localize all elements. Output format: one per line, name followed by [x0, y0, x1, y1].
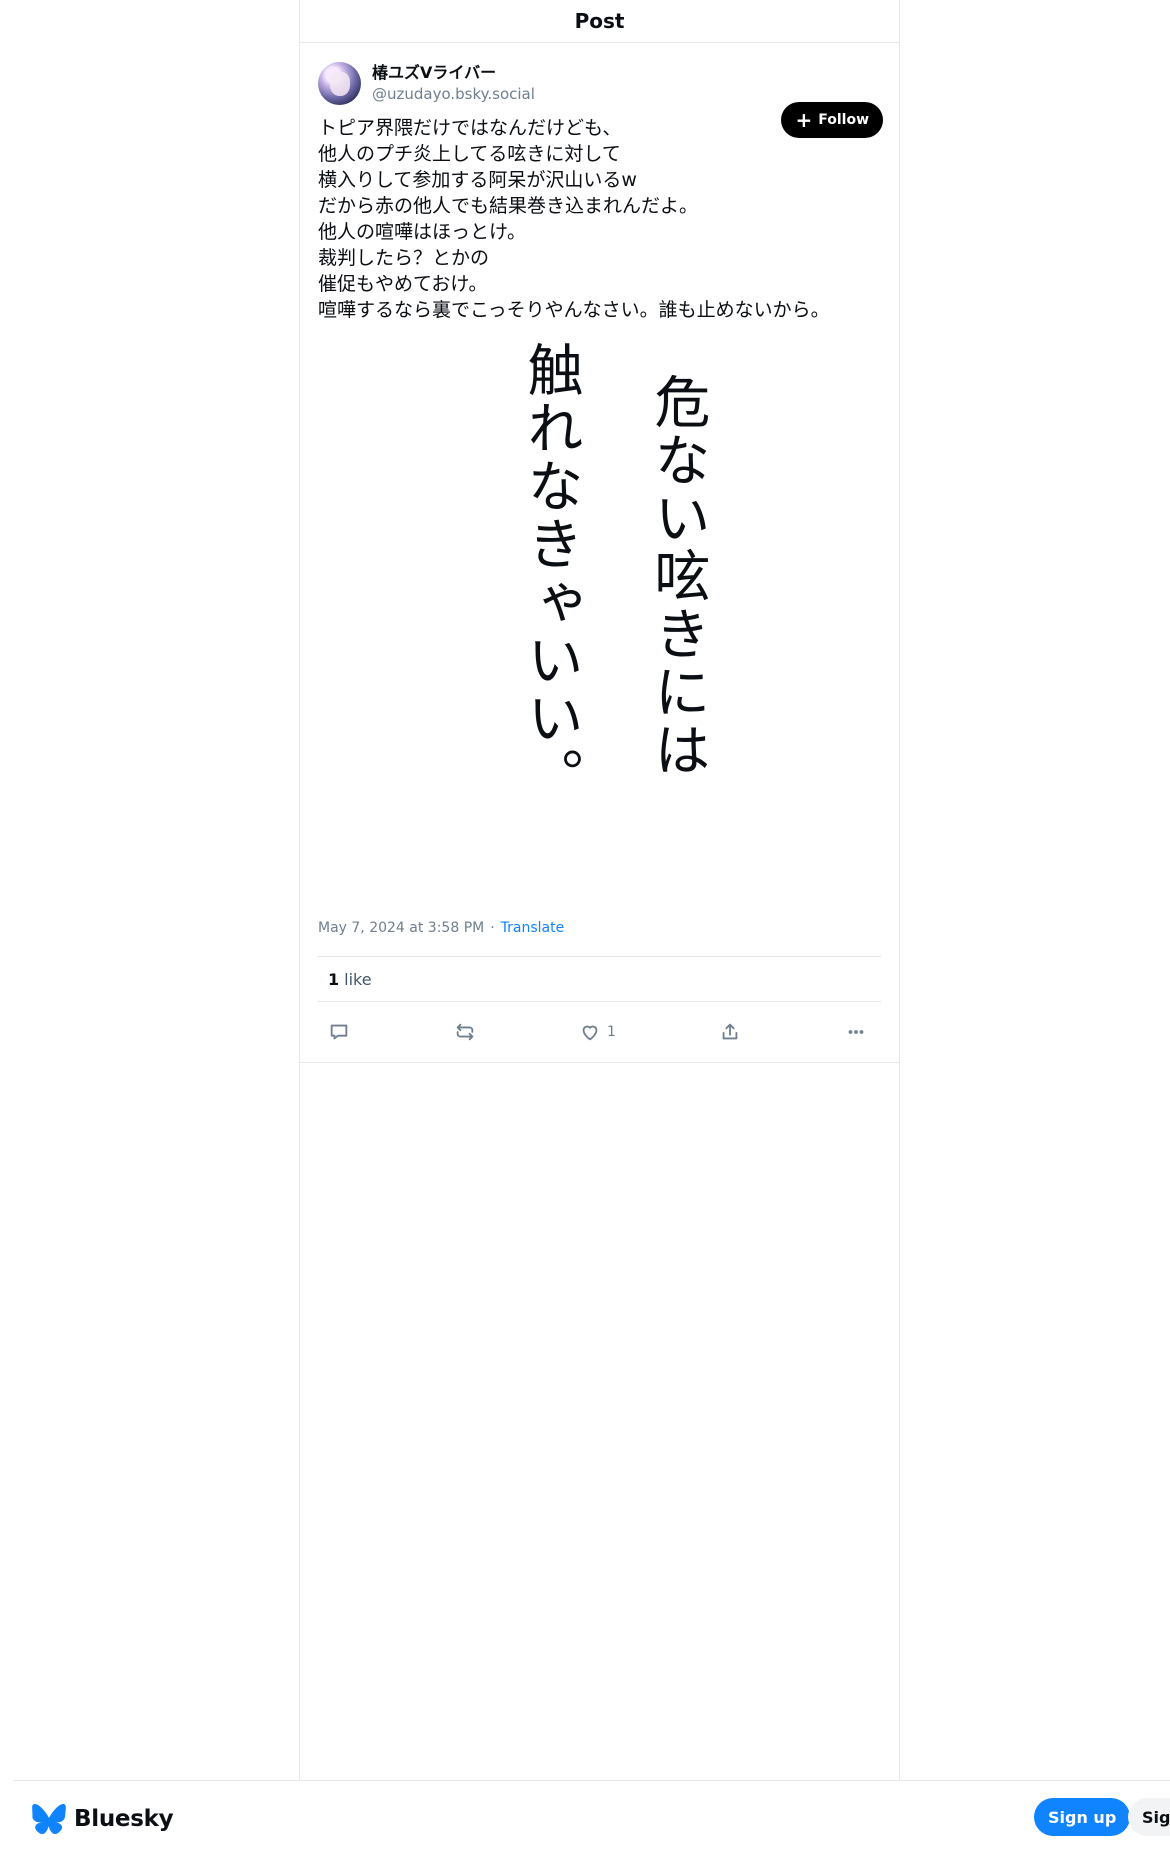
likes-count: 1: [328, 969, 340, 989]
timestamp-row: May 7, 2024 at 3:58 PM · Translate: [318, 913, 881, 943]
repost-icon: [456, 1023, 473, 1041]
likes-label: like: [344, 969, 372, 989]
post-thread-item: 椿ユズVライバー @uzudayo.bsky.social + Follow ト…: [300, 43, 899, 1063]
like-button[interactable]: 1: [579, 1021, 616, 1043]
author-display-name[interactable]: 椿ユズVライバー: [372, 62, 535, 84]
reply-icon: [330, 1024, 348, 1040]
page-title: Post: [574, 9, 625, 33]
main-column: Post 椿ユズVライバー @uzudayo.bsky.social + Fol…: [299, 0, 900, 1780]
author-meta: 椿ユズVライバー @uzudayo.bsky.social: [372, 62, 535, 104]
translate-link[interactable]: Translate: [501, 920, 565, 936]
more-options-button[interactable]: [845, 1021, 867, 1043]
sign-up-button[interactable]: Sign up: [1034, 1798, 1131, 1836]
post-timestamp[interactable]: May 7, 2024 at 3:58 PM: [318, 920, 484, 936]
like-count: 1: [607, 1024, 616, 1040]
post-text: トピア界隈だけではなんだけども、 他人のプチ炎上してる呟きに対して 横入りして参…: [318, 117, 830, 321]
separator-dot: ·: [490, 920, 495, 936]
reply-button[interactable]: [328, 1021, 350, 1043]
follow-label: Follow: [818, 112, 869, 128]
plus-icon: +: [795, 108, 813, 132]
likes-row[interactable]: 1 like: [318, 956, 881, 1002]
more-horizontal-icon: [848, 1030, 864, 1034]
heart-icon: [582, 1025, 598, 1041]
share-icon: [723, 1023, 738, 1040]
image-text-left-column: 触れなきゃいい。: [518, 341, 583, 805]
repost-button[interactable]: [454, 1021, 476, 1043]
post-actions: 1: [318, 1002, 881, 1062]
page-header: Post: [300, 0, 899, 43]
sign-in-button[interactable]: Sign in: [1128, 1798, 1170, 1836]
image-text-right-column: 危ない呟きには: [645, 373, 710, 779]
brand-name: Bluesky: [74, 1805, 174, 1832]
avatar[interactable]: [318, 61, 361, 105]
post-image[interactable]: 危ない呟きには 触れなきゃいい。: [318, 341, 881, 911]
brand[interactable]: Bluesky: [32, 1803, 174, 1834]
bottom-bar: Bluesky Sign up Sign in: [14, 1780, 1170, 1856]
bluesky-butterfly-icon: [32, 1803, 66, 1834]
share-button[interactable]: [719, 1021, 741, 1043]
follow-button[interactable]: + Follow: [781, 102, 883, 138]
author-handle[interactable]: @uzudayo.bsky.social: [372, 84, 535, 104]
